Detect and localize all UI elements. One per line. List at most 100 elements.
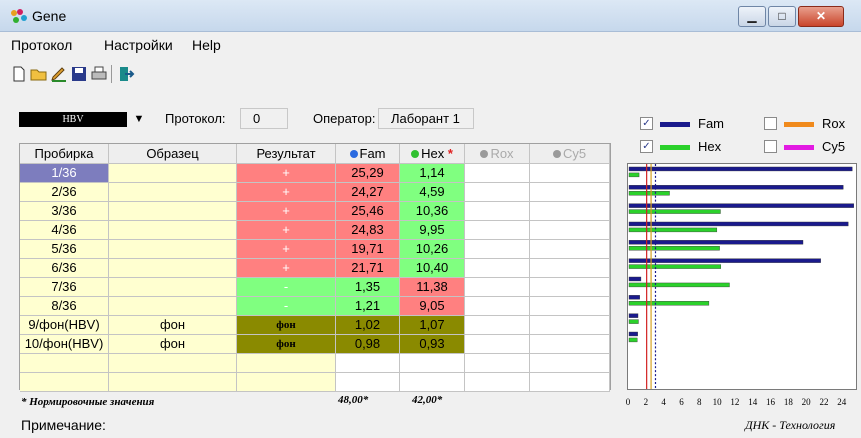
column-header[interactable]: Rox [465, 144, 530, 164]
table-row-tube[interactable]: 10/фон(HBV) [20, 335, 109, 354]
table-cell-sample[interactable]: фон [109, 335, 237, 354]
table-cell-result[interactable] [237, 373, 336, 392]
table-row-empty[interactable] [20, 354, 109, 373]
table-cell-sample[interactable]: фон [109, 316, 237, 335]
table-cell-fam[interactable]: 24,83 [336, 221, 400, 240]
table-row-tube[interactable]: 9/фон(HBV) [20, 316, 109, 335]
table-cell-cy5[interactable] [530, 259, 610, 278]
table-row-tube[interactable]: 4/36 [20, 221, 109, 240]
table-cell-cy5[interactable] [530, 164, 610, 183]
legend-checkbox-fam[interactable]: ✓ [640, 117, 653, 130]
table-cell-fam[interactable]: 25,46 [336, 202, 400, 221]
table-cell-fam[interactable]: 1,02 [336, 316, 400, 335]
table-cell-fam[interactable]: 24,27 [336, 183, 400, 202]
table-cell-result[interactable]: фон [237, 316, 336, 335]
table-row-tube[interactable]: 3/36 [20, 202, 109, 221]
table-cell-rox[interactable] [465, 240, 530, 259]
table-cell-result[interactable]: + [237, 202, 336, 221]
column-header[interactable]: Образец [109, 144, 237, 164]
table-cell-cy5[interactable] [530, 240, 610, 259]
table-cell-hex[interactable]: 10,36 [400, 202, 465, 221]
table-cell-sample[interactable] [109, 164, 237, 183]
table-row-tube[interactable]: 7/36 [20, 278, 109, 297]
table-cell-sample[interactable] [109, 373, 237, 392]
maximize-button[interactable]: □ [768, 6, 796, 27]
table-row-tube[interactable]: 6/36 [20, 259, 109, 278]
table-row-tube[interactable]: 5/36 [20, 240, 109, 259]
legend-checkbox-rox[interactable] [764, 117, 777, 130]
table-cell-hex[interactable] [400, 373, 465, 392]
column-header[interactable]: Hex * [400, 144, 465, 164]
results-table[interactable]: Пробирка Образец Результат Fam Hex * Rox Cy5 1/… [19, 143, 611, 392]
table-cell-fam[interactable]: 1,35 [336, 278, 400, 297]
table-cell-hex[interactable]: 10,40 [400, 259, 465, 278]
table-cell-cy5[interactable] [530, 373, 610, 392]
table-cell-fam[interactable] [336, 354, 400, 373]
save-icon[interactable] [70, 65, 88, 83]
table-cell-sample[interactable] [109, 354, 237, 373]
table-cell-rox[interactable] [465, 183, 530, 202]
table-cell-rox[interactable] [465, 354, 530, 373]
menu-help[interactable]: Help [192, 37, 221, 53]
table-cell-result[interactable]: + [237, 164, 336, 183]
legend-checkbox-cy5[interactable] [764, 140, 777, 153]
table-cell-rox[interactable] [465, 221, 530, 240]
close-button[interactable]: ✕ [798, 6, 844, 27]
table-cell-hex[interactable]: 4,59 [400, 183, 465, 202]
table-cell-hex[interactable] [400, 354, 465, 373]
legend-checkbox-hex[interactable]: ✓ [640, 140, 653, 153]
chevron-down-icon[interactable]: ▼ [128, 110, 150, 128]
table-cell-result[interactable]: + [237, 240, 336, 259]
table-cell-sample[interactable] [109, 240, 237, 259]
table-cell-rox[interactable] [465, 297, 530, 316]
table-cell-cy5[interactable] [530, 183, 610, 202]
table-cell-cy5[interactable] [530, 297, 610, 316]
table-cell-fam[interactable]: 0,98 [336, 335, 400, 354]
table-row-tube[interactable]: 8/36 [20, 297, 109, 316]
table-cell-fam[interactable]: 25,29 [336, 164, 400, 183]
table-cell-rox[interactable] [465, 316, 530, 335]
table-cell-rox[interactable] [465, 335, 530, 354]
table-cell-sample[interactable] [109, 183, 237, 202]
print-icon[interactable] [90, 65, 108, 83]
table-cell-rox[interactable] [465, 278, 530, 297]
table-cell-result[interactable]: фон [237, 335, 336, 354]
table-cell-rox[interactable] [465, 202, 530, 221]
table-cell-sample[interactable] [109, 297, 237, 316]
table-cell-cy5[interactable] [530, 202, 610, 221]
table-cell-fam[interactable]: 19,71 [336, 240, 400, 259]
table-cell-sample[interactable] [109, 278, 237, 297]
table-cell-hex[interactable]: 9,05 [400, 297, 465, 316]
table-cell-result[interactable]: - [237, 278, 336, 297]
table-cell-hex[interactable]: 10,26 [400, 240, 465, 259]
table-cell-rox[interactable] [465, 373, 530, 392]
table-cell-result[interactable] [237, 354, 336, 373]
table-cell-cy5[interactable] [530, 335, 610, 354]
edit-icon[interactable] [50, 65, 68, 83]
column-header[interactable]: Cy5 [530, 144, 610, 164]
column-header[interactable]: Пробирка [20, 144, 109, 164]
table-cell-hex[interactable]: 1,14 [400, 164, 465, 183]
table-cell-cy5[interactable] [530, 354, 610, 373]
table-cell-fam[interactable]: 1,21 [336, 297, 400, 316]
table-row-tube[interactable]: 2/36 [20, 183, 109, 202]
table-cell-result[interactable]: - [237, 297, 336, 316]
table-cell-fam[interactable]: 21,71 [336, 259, 400, 278]
export-icon[interactable] [117, 65, 135, 83]
table-cell-fam[interactable] [336, 373, 400, 392]
table-cell-sample[interactable] [109, 202, 237, 221]
table-cell-result[interactable]: + [237, 221, 336, 240]
new-file-icon[interactable] [10, 65, 28, 83]
table-cell-cy5[interactable] [530, 316, 610, 335]
table-cell-hex[interactable]: 0,93 [400, 335, 465, 354]
table-cell-sample[interactable] [109, 221, 237, 240]
table-cell-result[interactable]: + [237, 259, 336, 278]
table-row-empty[interactable] [20, 373, 109, 392]
column-header[interactable]: Fam [336, 144, 400, 164]
assay-select[interactable]: HBV [19, 112, 127, 127]
table-cell-hex[interactable]: 1,07 [400, 316, 465, 335]
column-header[interactable]: Результат [237, 144, 336, 164]
table-cell-result[interactable]: + [237, 183, 336, 202]
menu-settings[interactable]: Настройки [104, 37, 173, 53]
table-cell-cy5[interactable] [530, 278, 610, 297]
